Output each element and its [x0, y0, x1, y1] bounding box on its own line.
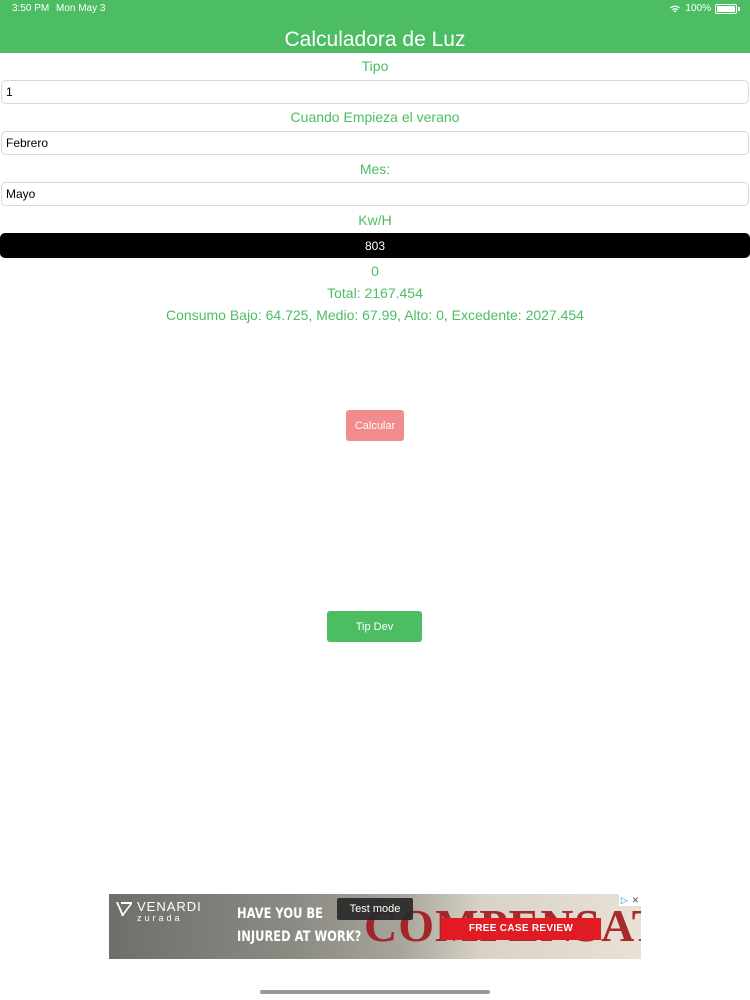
ad-headline-line2: INJURED AT WORK?: [237, 929, 362, 945]
battery-tip: [738, 6, 740, 11]
venardi-logo-icon: [116, 902, 132, 916]
page-title: Calculadora de Luz: [284, 28, 466, 51]
ad-choices-icon[interactable]: ▷: [621, 895, 628, 906]
status-indicators: 100%: [669, 3, 740, 14]
app-header: 3:50 PM Mon May 3 100% Calculadora de Lu…: [0, 0, 750, 53]
mes-label: Mes:: [359, 161, 391, 177]
ad-cta-button[interactable]: FREE CASE REVIEW: [441, 918, 601, 940]
tipo-label: Tipo: [361, 58, 389, 74]
result-breakdown: Consumo Bajo: 64.725, Medio: 67.99, Alto…: [166, 307, 584, 323]
result-total: Total: 2167.454: [327, 285, 423, 301]
home-indicator[interactable]: [260, 990, 490, 994]
close-icon[interactable]: ✕: [632, 895, 640, 906]
kwh-label: Kw/H: [358, 212, 392, 228]
app-screen: 3:50 PM Mon May 3 100% Calculadora de Lu…: [0, 0, 750, 1000]
battery-fill: [717, 5, 735, 12]
ad-brand-sub: zurada: [137, 913, 183, 923]
kwh-input[interactable]: [0, 233, 750, 258]
tipo-input[interactable]: [1, 80, 749, 104]
battery-percent: 100%: [685, 3, 711, 14]
ad-test-mode-badge: Test mode: [337, 898, 413, 920]
status-date: Mon May 3: [56, 3, 106, 14]
ad-logo: VENARDI zurada: [115, 900, 202, 923]
status-time: 3:50 PM: [12, 3, 50, 14]
ad-logo-text: VENARDI zurada: [137, 900, 202, 923]
result-value: 0: [371, 263, 379, 279]
battery-icon: [715, 3, 740, 14]
wifi-icon: [670, 5, 681, 13]
ad-choices[interactable]: ▷ ✕: [619, 894, 641, 906]
calcular-button[interactable]: Calcular: [346, 410, 404, 441]
verano-input[interactable]: [1, 131, 749, 155]
battery-body: [715, 3, 737, 14]
ad-brand: VENARDI: [137, 899, 202, 914]
mes-input[interactable]: [1, 182, 749, 206]
verano-label: Cuando Empieza el verano: [290, 109, 460, 125]
tip-dev-button[interactable]: Tip Dev: [327, 611, 422, 642]
ad-banner[interactable]: COMPENSATION VENARDI zurada HAVE YOU BE …: [109, 894, 641, 959]
